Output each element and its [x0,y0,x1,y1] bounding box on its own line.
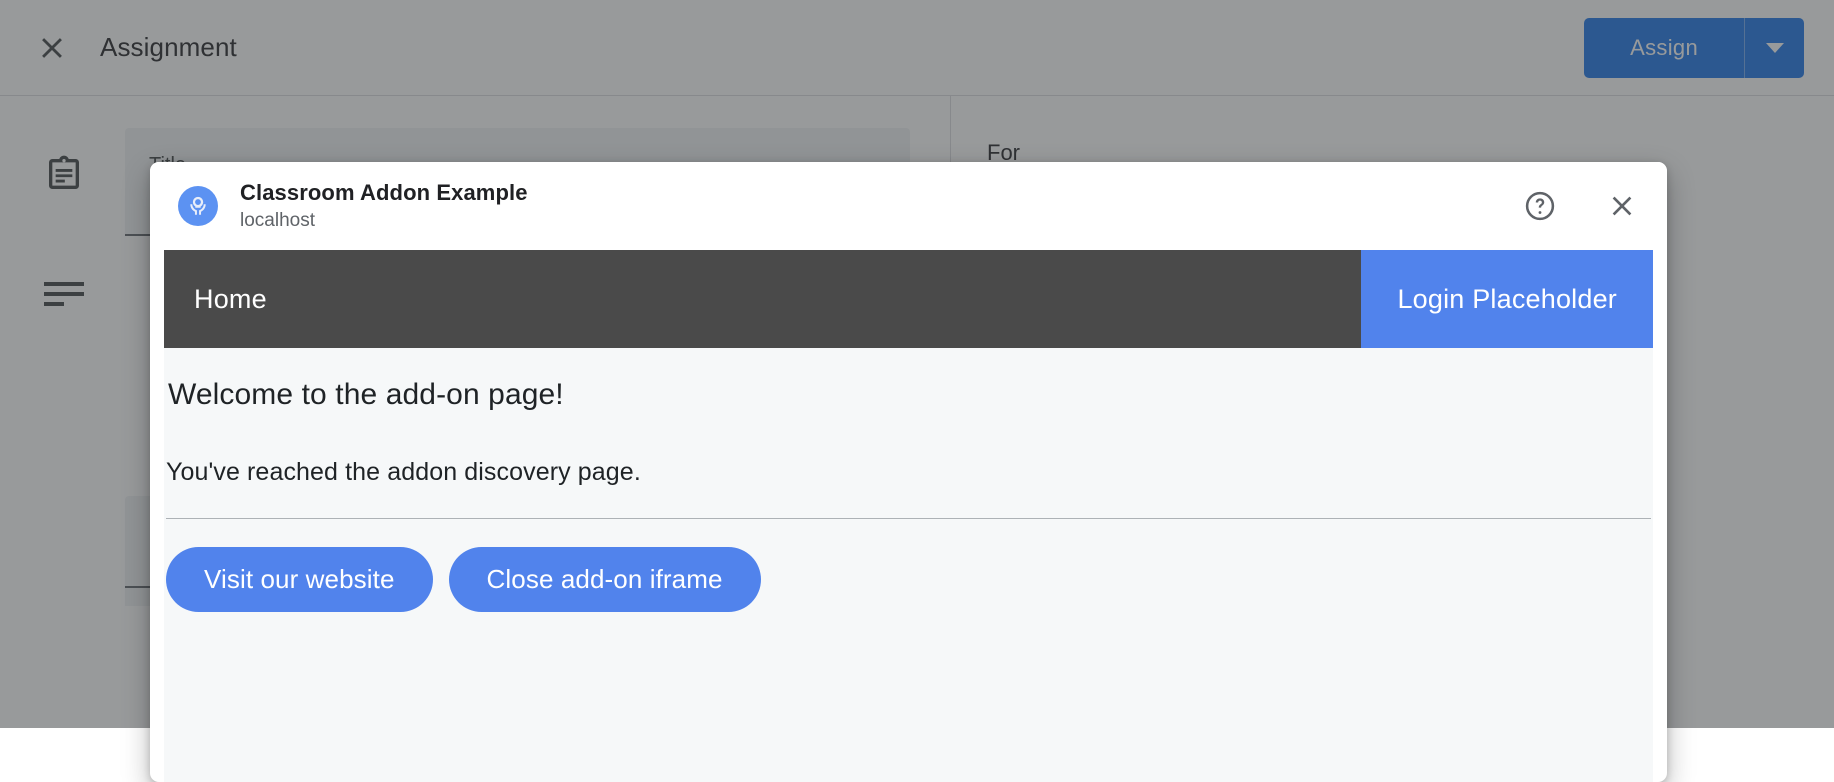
addon-dialog-titles: Classroom Addon Example localhost [240,180,528,232]
visit-website-button[interactable]: Visit our website [166,547,433,612]
addon-action-buttons: Visit our website Close add-on iframe [166,547,1651,612]
close-icon[interactable] [1599,183,1645,229]
classroom-addon-icon [178,186,218,226]
close-addon-iframe-button[interactable]: Close add-on iframe [449,547,761,612]
addon-dialog-actions [1517,183,1645,229]
addon-dialog: Classroom Addon Example localhost Home L… [150,162,1667,782]
nav-item-login-placeholder[interactable]: Login Placeholder [1361,250,1653,348]
addon-heading: Welcome to the add-on page! [166,378,1651,412]
addon-paragraph: You've reached the addon discovery page. [166,458,1651,487]
addon-iframe: Home Login Placeholder Welcome to the ad… [164,250,1653,782]
help-circle-icon[interactable] [1517,183,1563,229]
addon-navbar: Home Login Placeholder [164,250,1653,348]
addon-dialog-title: Classroom Addon Example [240,180,528,206]
addon-dialog-subtitle: localhost [240,210,528,232]
addon-dialog-header: Classroom Addon Example localhost [150,162,1667,250]
content-divider [166,518,1651,519]
nav-item-home[interactable]: Home [164,250,1361,348]
addon-content: Welcome to the add-on page! You've reach… [164,348,1653,612]
